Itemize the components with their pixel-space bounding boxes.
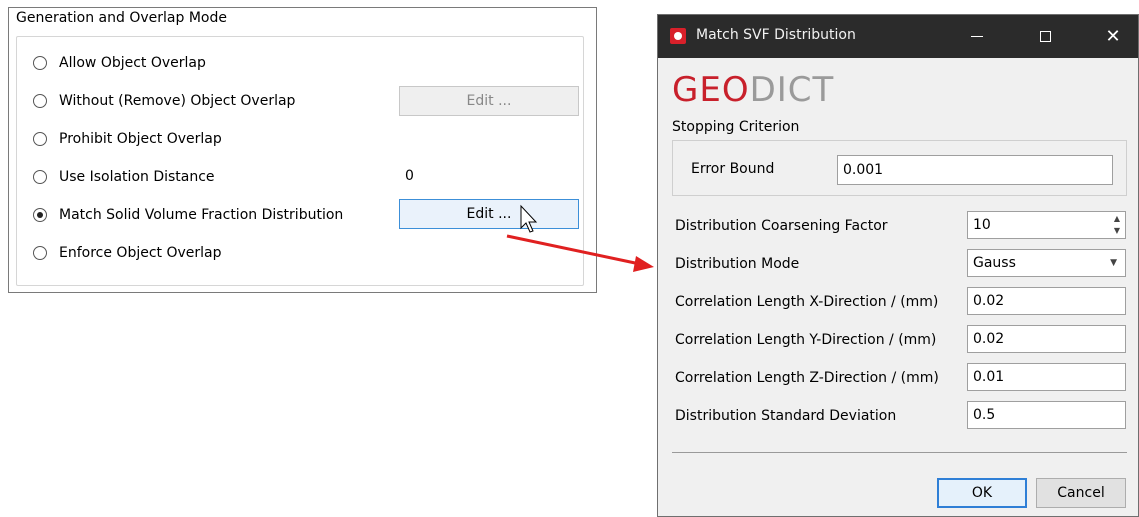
panel-title: Generation and Overlap Mode	[16, 10, 227, 26]
corr-length-x-label: Correlation Length X-Direction / (mm)	[675, 294, 939, 310]
coarsening-factor-value: 10	[973, 217, 991, 233]
edit-button-label: Edit ...	[466, 206, 512, 222]
maximize-icon	[1039, 31, 1051, 42]
option-prohibit-overlap[interactable]: Prohibit Object Overlap	[33, 127, 222, 151]
ok-button[interactable]: OK	[937, 478, 1027, 508]
distribution-mode-select[interactable]: Gauss ▼	[967, 249, 1126, 277]
std-deviation-label: Distribution Standard Deviation	[675, 408, 897, 424]
radio-button[interactable]	[33, 132, 47, 146]
option-label: Allow Object Overlap	[59, 55, 206, 71]
distribution-mode-value: Gauss	[973, 255, 1016, 271]
stopping-criterion-label: Stopping Criterion	[672, 119, 800, 135]
corr-length-x-input[interactable]: 0.02	[967, 287, 1126, 315]
generation-overlap-panel: Generation and Overlap Mode Allow Object…	[8, 7, 597, 293]
radio-button[interactable]	[33, 246, 47, 260]
edit-button-disabled[interactable]: Edit ...	[399, 86, 579, 116]
std-deviation-input[interactable]: 0.5	[967, 401, 1126, 429]
radio-button[interactable]	[33, 170, 47, 184]
option-enforce-overlap[interactable]: Enforce Object Overlap	[33, 241, 222, 265]
dialog-separator	[672, 452, 1127, 453]
option-allow-overlap[interactable]: Allow Object Overlap	[33, 51, 206, 75]
option-isolation-distance[interactable]: Use Isolation Distance	[33, 165, 215, 189]
isolation-distance-value: 0	[405, 168, 414, 184]
corr-length-z-label: Correlation Length Z-Direction / (mm)	[675, 370, 939, 386]
logo-part-dict: DICT	[749, 70, 835, 110]
minimize-button[interactable]	[954, 15, 1000, 58]
corr-length-y-label: Correlation Length Y-Direction / (mm)	[675, 332, 937, 348]
dialog-title: Match SVF Distribution	[696, 27, 856, 43]
coarsening-factor-spinbox[interactable]: 10 ▲ ▼	[967, 211, 1126, 239]
option-without-overlap[interactable]: Without (Remove) Object Overlap	[33, 89, 295, 113]
option-label: Match Solid Volume Fraction Distribution	[59, 207, 344, 223]
option-match-svf[interactable]: Match Solid Volume Fraction Distribution	[33, 203, 343, 227]
edit-button[interactable]: Edit ...	[399, 199, 579, 229]
corr-length-z-input[interactable]: 0.01	[967, 363, 1126, 391]
match-svf-dialog: Match SVF Distribution ✕ GEODICT Stoppin…	[657, 14, 1139, 517]
logo-part-geo: GEO	[672, 70, 750, 110]
radio-button[interactable]	[33, 56, 47, 70]
option-label: Without (Remove) Object Overlap	[59, 93, 296, 109]
option-label: Enforce Object Overlap	[59, 245, 222, 261]
close-button[interactable]: ✕	[1090, 15, 1136, 58]
radio-button-checked[interactable]	[33, 208, 47, 222]
chevron-down-icon: ▼	[1110, 258, 1117, 268]
geodict-app-icon	[670, 28, 686, 44]
corr-length-y-input[interactable]: 0.02	[967, 325, 1126, 353]
dialog-titlebar[interactable]: Match SVF Distribution ✕	[658, 15, 1138, 58]
error-bound-input[interactable]: 0.001	[837, 155, 1113, 185]
error-bound-label: Error Bound	[691, 161, 775, 177]
spin-arrows-icon[interactable]: ▲ ▼	[1111, 214, 1123, 236]
coarsening-factor-label: Distribution Coarsening Factor	[675, 218, 888, 234]
overlap-mode-group: Allow Object Overlap Without (Remove) Ob…	[16, 36, 584, 286]
cancel-button[interactable]: Cancel	[1036, 478, 1126, 508]
geodict-logo: GEODICT	[672, 70, 834, 110]
option-label: Prohibit Object Overlap	[59, 131, 222, 147]
stopping-criterion-group: Error Bound 0.001	[672, 140, 1127, 196]
close-icon: ✕	[1105, 26, 1121, 47]
radio-button[interactable]	[33, 94, 47, 108]
maximize-button[interactable]	[1022, 15, 1068, 58]
distribution-mode-label: Distribution Mode	[675, 256, 800, 272]
minimize-icon	[971, 36, 983, 37]
option-label: Use Isolation Distance	[59, 169, 215, 185]
